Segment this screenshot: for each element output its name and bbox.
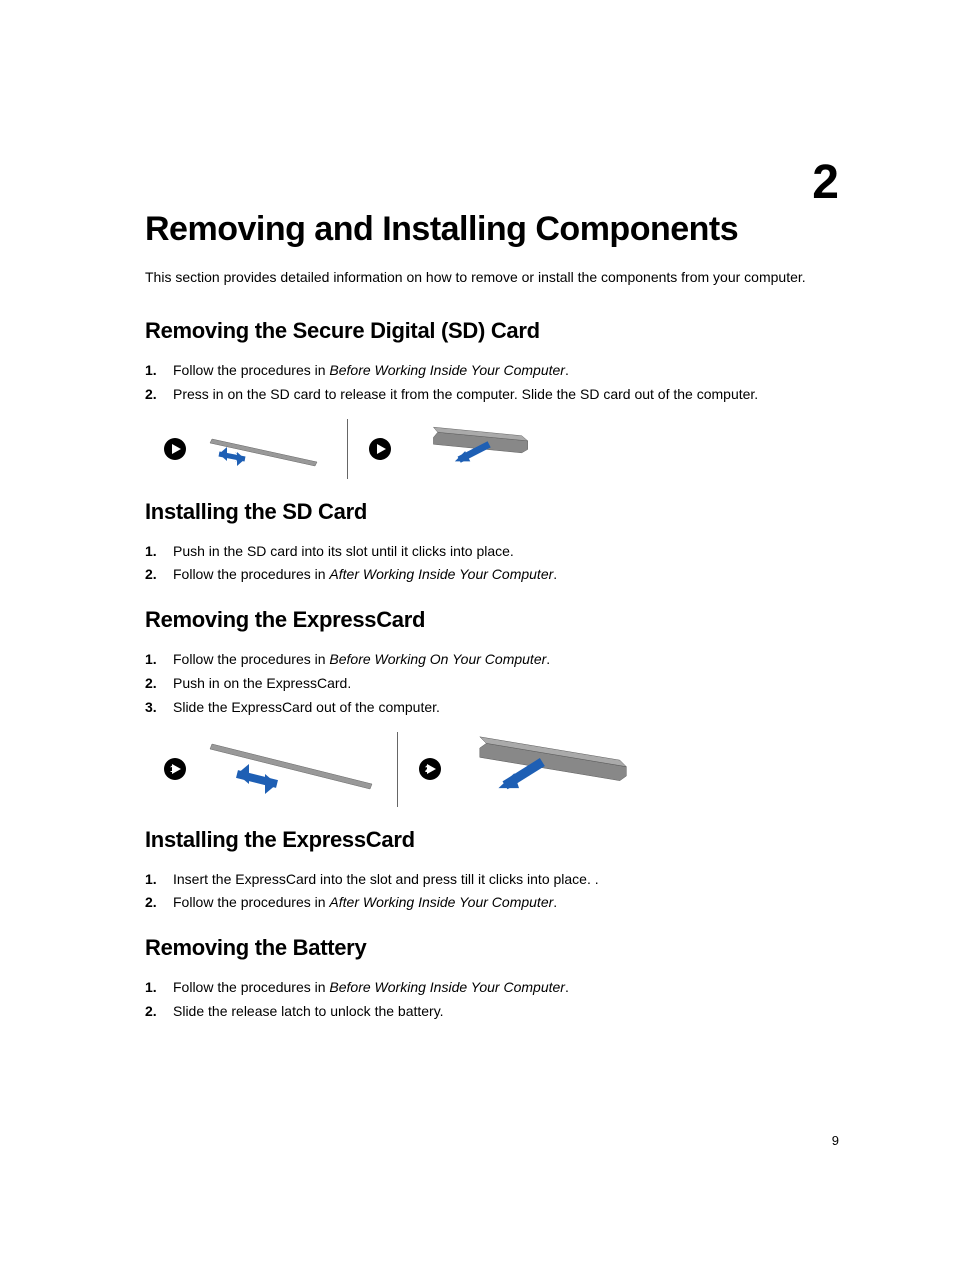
svg-text:2: 2: [425, 764, 430, 774]
sections-container: Removing the Secure Digital (SD) Card Fol…: [145, 318, 839, 1024]
sd-card-slide-figure: [412, 424, 532, 474]
section-heading: Removing the Battery: [145, 935, 839, 961]
step-item: Follow the procedures in Before Working …: [145, 648, 839, 672]
reference-italic: Before Working Inside Your Computer: [329, 979, 565, 995]
step-item: Push in on the ExpressCard.: [145, 672, 839, 696]
step-list: Follow the procedures in Before Working …: [145, 976, 839, 1024]
step-item: Slide the release latch to unlock the ba…: [145, 1000, 839, 1024]
section-heading: Removing the ExpressCard: [145, 607, 839, 633]
step-list: Follow the procedures in Before Working …: [145, 359, 839, 407]
figure-row-express: 1 2: [163, 732, 839, 807]
play-step-icon: 1: [163, 757, 187, 781]
figure-divider: [347, 419, 348, 479]
section-heading: Removing the Secure Digital (SD) Card: [145, 318, 839, 344]
sd-card-press-figure: [207, 424, 327, 474]
step-item: Push in the SD card into its slot until …: [145, 540, 839, 564]
chapter-title: Removing and Installing Components: [145, 210, 839, 249]
step-list: Insert the ExpressCard into the slot and…: [145, 868, 839, 916]
step-list: Push in the SD card into its slot until …: [145, 540, 839, 588]
page-number: 9: [832, 1133, 839, 1148]
figure-divider: [397, 732, 398, 807]
figure-row-sd: [163, 419, 839, 479]
svg-text:1: 1: [170, 764, 175, 774]
express-card-slide-figure: [462, 734, 632, 804]
step-item: Follow the procedures in Before Working …: [145, 359, 839, 383]
reference-italic: Before Working On Your Computer: [329, 651, 546, 667]
step-item: Follow the procedures in After Working I…: [145, 891, 839, 915]
play-step-icon: [368, 437, 392, 461]
step-item: Slide the ExpressCard out of the compute…: [145, 696, 839, 720]
step-item: Follow the procedures in Before Working …: [145, 976, 839, 1000]
step-list: Follow the procedures in Before Working …: [145, 648, 839, 719]
section-heading: Installing the ExpressCard: [145, 827, 839, 853]
step-item: Follow the procedures in After Working I…: [145, 563, 839, 587]
chapter-number: 2: [812, 155, 839, 210]
reference-italic: After Working Inside Your Computer: [329, 894, 553, 910]
step-item: Insert the ExpressCard into the slot and…: [145, 868, 839, 892]
play-step-icon: [163, 437, 187, 461]
play-step-icon: 2: [418, 757, 442, 781]
step-item: Press in on the SD card to release it fr…: [145, 383, 839, 407]
document-page: 2 Removing and Installing Components Thi…: [0, 0, 954, 1096]
express-card-press-figure: [207, 734, 377, 804]
reference-italic: Before Working Inside Your Computer: [329, 362, 565, 378]
section-heading: Installing the SD Card: [145, 499, 839, 525]
chapter-intro: This section provides detailed informati…: [145, 267, 839, 288]
reference-italic: After Working Inside Your Computer: [329, 566, 553, 582]
